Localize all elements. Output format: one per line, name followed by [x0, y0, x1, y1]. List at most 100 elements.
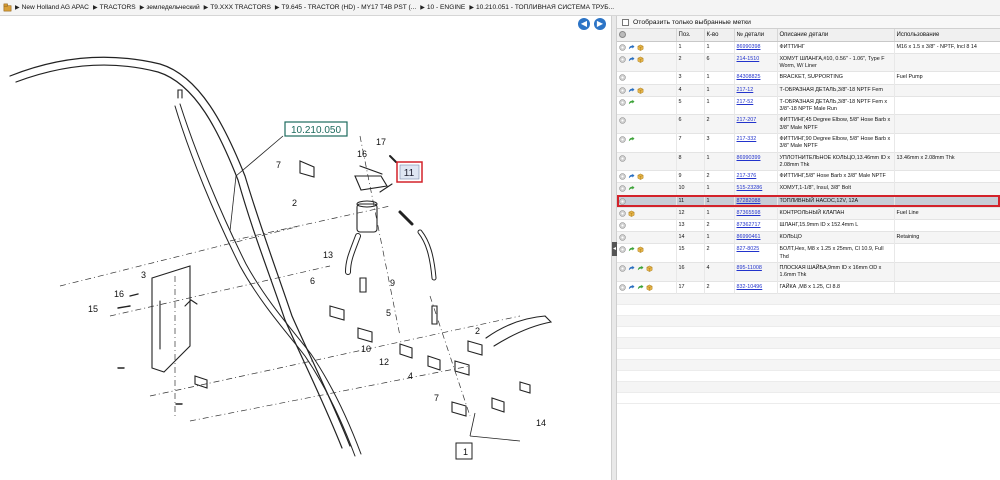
replace-arrow-icon[interactable]	[628, 246, 635, 253]
part-number-link[interactable]: 86990461	[737, 234, 761, 240]
info-icon[interactable]	[619, 55, 626, 63]
package-icon[interactable]	[646, 284, 653, 291]
table-row-selected[interactable]: 11 1 87282088 ТОПЛИВНЫЙ НАСОС,12V, 12A	[617, 195, 1000, 208]
part-number-link[interactable]: 87365598	[737, 210, 761, 216]
package-icon[interactable]	[637, 246, 644, 254]
info-icon[interactable]	[619, 173, 626, 180]
replace-arrow-icon[interactable]	[628, 99, 635, 106]
replace-arrow-icon[interactable]	[637, 284, 644, 291]
part-number-link[interactable]: 832-10496	[737, 284, 763, 290]
info-icon[interactable]	[619, 43, 626, 51]
header-qty[interactable]: К-во	[704, 29, 735, 42]
table-row[interactable]: 7 3 217-332 ФИТТИНГ,90 Degree Elbow, 5/8" H…	[617, 133, 1000, 153]
callout-number[interactable]: 7	[434, 393, 439, 403]
header-part[interactable]: № детали	[734, 29, 778, 42]
part-number-link[interactable]: 895-11008	[737, 265, 762, 271]
link-arrow-icon[interactable]	[628, 284, 635, 291]
callout-number[interactable]: 5	[386, 308, 391, 318]
info-icon[interactable]	[619, 86, 626, 94]
info-icon[interactable]	[619, 154, 626, 162]
callout-number[interactable]: 16	[357, 149, 367, 159]
table-row[interactable]: 8 1 86990399 УПЛОТНИТЕЛЬНОЕ КОЛЬЦО,13.46mm …	[617, 152, 1000, 171]
info-icon[interactable]	[619, 234, 626, 241]
replace-arrow-icon[interactable]	[628, 136, 635, 143]
callout-number[interactable]: 17	[376, 137, 386, 147]
callout-number[interactable]: 16	[114, 289, 124, 299]
table-row[interactable]: 17 2 832-10496 ГАЙКА ,M8 x 1.25, Cl 8.8	[617, 281, 1000, 294]
table-row[interactable]: 2 6 214-1510 ХОМУТ ШЛАНГА,#10, 0.56" - 1.06…	[617, 53, 1000, 72]
part-number-link[interactable]: 87362717	[737, 222, 761, 228]
part-number-link[interactable]: 217-52	[737, 99, 754, 105]
callout-number[interactable]: 13	[323, 250, 333, 260]
callout-number[interactable]: 10	[361, 344, 371, 354]
package-icon[interactable]	[637, 87, 644, 94]
table-row[interactable]: 10 1 515-23286 ХОМУТ,1-1/8", Insul, 3/8" Bo…	[617, 182, 1000, 196]
part-number-link[interactable]: 214-1510	[737, 56, 760, 62]
callout-number[interactable]: 9	[390, 278, 395, 288]
header-desc[interactable]: Описание детали	[777, 29, 895, 42]
callout-number[interactable]: 6	[310, 276, 315, 286]
callout-number[interactable]: 3	[141, 270, 146, 280]
table-row[interactable]: 13 2 87362717 ШЛАНГ,15.9mm ID x 152.4mm L	[617, 219, 1000, 232]
callout-number[interactable]: 1	[463, 447, 468, 457]
selected-callout-label[interactable]: 11	[404, 168, 415, 179]
part-number-link[interactable]: 827-8025	[737, 246, 760, 252]
part-number-link[interactable]: 515-23286	[737, 185, 763, 191]
table-row[interactable]: 6 2 217-207 ФИТТИНГ,45 Degree Elbow, 5/8" H…	[617, 114, 1000, 134]
breadcrumb-item[interactable]: ▶ 10.210.051 - ТОПЛИВНАЯ СИСТЕМА ТРУБ...	[469, 4, 614, 11]
callout-number[interactable]: 14	[536, 418, 546, 428]
table-row[interactable]: 5 1 217-52 Т-ОБРАЗНАЯ ДЕТАЛЬ,3/8"-18 NPTF F…	[617, 96, 1000, 115]
info-icon[interactable]	[619, 246, 626, 254]
info-icon[interactable]	[619, 210, 626, 217]
callout-number[interactable]: 7	[276, 160, 281, 170]
part-number-link[interactable]: 217-376	[737, 173, 757, 179]
part-number-link[interactable]: 217-332	[737, 136, 757, 142]
part-number-link[interactable]: 217-12	[737, 87, 754, 93]
table-row[interactable]: 3 1 84308825 BRACKET, SUPPORTING Fuel Pump	[617, 71, 1000, 85]
table-row[interactable]: 16 4 895-11008 ПЛОСКАЯ ШАЙБА,9mm ID x 16mm …	[617, 262, 1000, 282]
ref-link-label[interactable]: 10.210.050	[291, 125, 341, 136]
table-row[interactable]: 9 2 217-376 ФИТТИНГ,5/8" Hose Barb x 3/8" M…	[617, 170, 1000, 183]
filter-checkbox[interactable]	[622, 18, 629, 26]
link-arrow-icon[interactable]	[628, 173, 635, 180]
info-icon[interactable]	[619, 283, 626, 291]
breadcrumb-item[interactable]: ▶ TRACTORS	[93, 4, 136, 11]
header-pos[interactable]: Поз.	[676, 29, 705, 42]
package-icon[interactable]	[637, 56, 644, 63]
callout-number[interactable]: 12	[379, 357, 389, 367]
table-row[interactable]: 14 1 86990461 КОЛЬЦО Retaining	[617, 231, 1000, 244]
home-icon[interactable]	[3, 3, 12, 12]
table-row[interactable]: 1 1 86990398 ФИТТИНГ M16 x 1.5 x 3/8" - NPTF…	[617, 41, 1000, 54]
package-icon[interactable]	[646, 265, 653, 272]
parts-diagram[interactable]: 10.210.050 11 1 2 2 3 4 5 6 7 7 9 10 12 13 14 15 16 16 17…	[0, 16, 611, 480]
breadcrumb-item[interactable]: ▶ земледельческий	[140, 4, 200, 11]
info-icon[interactable]	[619, 99, 626, 106]
next-page-button[interactable]: ▶	[594, 18, 606, 30]
package-icon[interactable]	[637, 173, 644, 180]
info-icon[interactable]	[619, 265, 626, 272]
package-icon[interactable]	[628, 210, 635, 217]
package-icon[interactable]	[637, 44, 644, 51]
callout-number[interactable]: 4	[408, 371, 413, 381]
table-row[interactable]: 15 2 827-8025 БОЛТ,Hex, M8 x 1.25 x 25mm, C…	[617, 243, 1000, 263]
link-arrow-icon[interactable]	[628, 265, 635, 272]
info-icon[interactable]	[619, 185, 626, 193]
part-number-link[interactable]: 87282088	[737, 198, 761, 204]
info-icon[interactable]	[619, 197, 626, 205]
info-icon[interactable]	[619, 136, 626, 143]
header-usage[interactable]: Использование	[894, 29, 1000, 42]
info-icon[interactable]	[619, 222, 626, 229]
callout-number[interactable]: 2	[292, 198, 297, 208]
breadcrumb-item[interactable]: ▶ T9.XXX TRACTORS	[204, 4, 271, 11]
breadcrumb-item[interactable]: ▶ 10 - ENGINE	[420, 4, 465, 11]
link-arrow-icon[interactable]	[628, 44, 635, 51]
part-number-link[interactable]: 217-207	[737, 117, 757, 123]
part-number-link[interactable]: 86990399	[737, 155, 761, 161]
callout-number[interactable]: 2	[475, 326, 480, 336]
info-icon[interactable]	[619, 117, 626, 125]
info-icon[interactable]	[619, 74, 626, 82]
part-number-link[interactable]: 84308825	[737, 74, 761, 80]
table-row[interactable]: 12 1 87365598 КОНТРОЛЬНЫЙ КЛАПАН Fuel Line	[617, 207, 1000, 220]
prev-page-button[interactable]: ◀	[578, 18, 590, 30]
link-arrow-icon[interactable]	[628, 87, 635, 94]
